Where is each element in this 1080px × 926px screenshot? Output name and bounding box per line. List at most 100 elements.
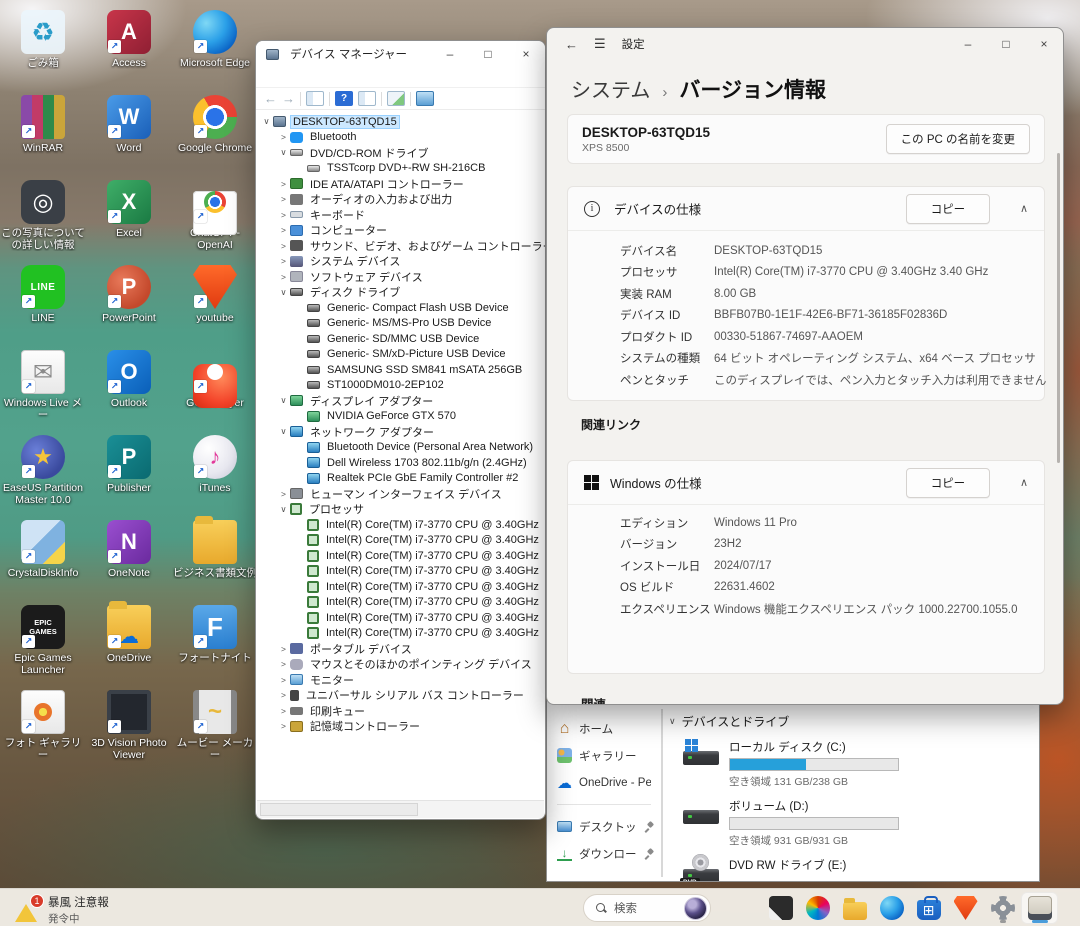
taskbar-app[interactable] — [1021, 892, 1058, 924]
taskbar-app[interactable] — [799, 892, 836, 924]
minimize-button[interactable]: – — [431, 42, 469, 66]
taskbar-app[interactable] — [910, 892, 947, 924]
desktop-icon[interactable]: EPIC GAMES Epic Games Launcher — [0, 601, 86, 686]
desktop-icon[interactable]: ChatGPT - OpenAI — [172, 176, 258, 261]
maximize-button[interactable]: □ — [987, 29, 1025, 59]
device-tree-item[interactable]: > ユニバーサル シリアル バス コントローラー — [256, 688, 545, 704]
tree-chevron-icon[interactable]: > — [277, 179, 290, 189]
menu-item[interactable] — [260, 75, 276, 79]
device-tree-item[interactable]: NVIDIA GeForce GTX 570 — [256, 409, 545, 425]
tree-chevron-icon[interactable]: ∨ — [277, 395, 290, 406]
device-tree-item[interactable]: > ソフトウェア デバイス — [256, 269, 545, 285]
desktop-icon[interactable]: ♻ ごみ箱 — [0, 6, 86, 91]
device-spec-header[interactable]: i デバイスの仕様 コピー ∧ — [568, 187, 1044, 231]
desktop-icon[interactable]: P PowerPoint — [86, 261, 172, 346]
device-tree-item[interactable]: > サウンド、ビデオ、およびゲーム コントローラー — [256, 238, 545, 254]
desktop-icon[interactable]: ★ EaseUS Partition Master 10.0 — [0, 431, 86, 516]
scan-hardware-icon[interactable] — [387, 91, 405, 106]
close-button[interactable]: × — [507, 42, 545, 66]
forward-icon[interactable]: → — [282, 91, 295, 106]
desktop-icon[interactable]: CrystalDiskInfo — [0, 516, 86, 601]
drive-item[interactable]: ボリューム (D:) 空き領域 931 GB/931 GB — [683, 798, 1039, 848]
tree-chevron-icon[interactable]: > — [277, 659, 290, 669]
device-tree-item[interactable]: Intel(R) Core(TM) i7-3770 CPU @ 3.40GHz — [256, 579, 545, 595]
explorer-sidebar-item[interactable]: ギャラリー — [547, 742, 661, 769]
desktop-icon[interactable]: P Publisher — [86, 431, 172, 516]
close-button[interactable]: × — [1025, 29, 1063, 59]
chevron-up-icon[interactable]: ∧ — [1020, 202, 1028, 215]
taskbar-app[interactable] — [947, 892, 984, 924]
tree-chevron-icon[interactable]: > — [277, 256, 290, 266]
drives-section-heading[interactable]: デバイスとドライブ — [669, 713, 1039, 730]
drive-item[interactable]: ローカル ディスク (C:) 空き領域 131 GB/238 GB — [683, 739, 1039, 789]
taskbar-app[interactable] — [836, 892, 873, 924]
monitor-icon[interactable] — [416, 91, 434, 106]
device-tree-item[interactable]: ∨ DVD/CD-ROM ドライブ — [256, 145, 545, 161]
desktop-icon[interactable]: F フォートナイト — [172, 601, 258, 686]
device-tree-item[interactable]: > モニター — [256, 672, 545, 688]
hamburger-menu-icon[interactable]: ☰ — [594, 36, 606, 52]
tree-chevron-icon[interactable]: > — [277, 132, 290, 142]
device-tree-item[interactable]: > IDE ATA/ATAPI コントローラー — [256, 176, 545, 192]
show-pane-icon[interactable] — [306, 91, 324, 106]
device-tree-item[interactable]: Intel(R) Core(TM) i7-3770 CPU @ 3.40GHz — [256, 626, 545, 642]
menu-item[interactable] — [314, 75, 330, 79]
desktop-icon[interactable]: Google Chrome — [172, 91, 258, 176]
explorer-sidebar-item[interactable]: デスクトップ — [547, 813, 661, 840]
desktop-icon[interactable]: youtube — [172, 261, 258, 346]
device-tree-item[interactable]: TSSTcorp DVD+-RW SH-216CB — [256, 161, 545, 177]
copy-button[interactable]: コピー — [906, 194, 990, 224]
device-tree-item[interactable]: Dell Wireless 1703 802.11b/g/n (2.4GHz) — [256, 455, 545, 471]
desktop-icon[interactable]: LINE LINE — [0, 261, 86, 346]
explorer-sidebar-item[interactable]: OneDrive - Pers — [547, 769, 661, 796]
tree-chevron-icon[interactable]: > — [277, 272, 290, 282]
tree-chevron-icon[interactable]: > — [277, 489, 290, 499]
device-tree-item[interactable]: Generic- MS/MS-Pro USB Device — [256, 316, 545, 332]
device-tree-item[interactable]: Bluetooth Device (Personal Area Network) — [256, 440, 545, 456]
desktop-icon[interactable]: N OneNote — [86, 516, 172, 601]
device-tree-item[interactable]: Intel(R) Core(TM) i7-3770 CPU @ 3.40GHz — [256, 595, 545, 611]
device-tree-item[interactable]: > オーディオの入力および出力 — [256, 192, 545, 208]
copy-button[interactable]: コピー — [906, 468, 990, 498]
device-tree-item[interactable]: > キーボード — [256, 207, 545, 223]
explorer-sidebar-item[interactable]: ホーム — [547, 715, 661, 742]
device-tree-item[interactable]: Generic- SD/MMC USB Device — [256, 331, 545, 347]
taskbar-app[interactable] — [984, 892, 1021, 924]
bing-daily-image[interactable] — [684, 897, 707, 920]
device-tree-item[interactable]: > マウスとそのほかのポインティング デバイス — [256, 657, 545, 673]
desktop-icon[interactable]: 3D Vision Photo Viewer — [86, 686, 172, 771]
device-tree-item[interactable]: > Bluetooth — [256, 130, 545, 146]
properties-icon[interactable] — [358, 91, 376, 106]
desktop-icon[interactable]: X Excel — [86, 176, 172, 261]
breadcrumb-system[interactable]: システム — [571, 74, 650, 103]
tree-chevron-icon[interactable]: > — [277, 675, 290, 685]
horizontal-scrollbar[interactable] — [257, 800, 544, 818]
start-button[interactable] — [548, 898, 570, 920]
device-tree-item[interactable]: Generic- SM/xD-Picture USB Device — [256, 347, 545, 363]
taskbar-search[interactable]: 検索 — [583, 894, 711, 922]
device-tree-item[interactable]: ∨ ディスプレイ アダプター — [256, 393, 545, 409]
back-icon[interactable]: ← — [565, 37, 578, 52]
tree-chevron-icon[interactable]: > — [277, 210, 290, 220]
tree-chevron-icon[interactable]: > — [277, 194, 290, 204]
desktop-icon[interactable]: O Outlook — [86, 346, 172, 431]
tree-chevron-icon[interactable]: ∨ — [277, 504, 290, 515]
settings-titlebar[interactable]: ← ☰ 設定 – □ × — [547, 28, 1063, 60]
device-tree-item[interactable]: Generic- Compact Flash USB Device — [256, 300, 545, 316]
device-tree-item[interactable]: > 印刷キュー — [256, 703, 545, 719]
tree-chevron-icon[interactable]: > — [277, 690, 290, 700]
desktop-icon[interactable]: W Word — [86, 91, 172, 176]
device-tree-item[interactable]: Intel(R) Core(TM) i7-3770 CPU @ 3.40GHz — [256, 533, 545, 549]
maximize-button[interactable]: □ — [469, 42, 507, 66]
device-tree-item[interactable]: SAMSUNG SSD SM841 mSATA 256GB — [256, 362, 545, 378]
tree-chevron-icon[interactable]: ∨ — [277, 426, 290, 437]
device-tree-item[interactable]: ∨ DESKTOP-63TQD15 — [256, 114, 545, 130]
back-icon[interactable]: ← — [264, 91, 277, 106]
menu-item[interactable] — [296, 75, 312, 79]
device-tree-item[interactable]: > システム デバイス — [256, 254, 545, 270]
desktop-icon[interactable]: Microsoft Edge — [172, 6, 258, 91]
desktop-icon[interactable]: A Access — [86, 6, 172, 91]
desktop-icon[interactable]: ♪ iTunes — [172, 431, 258, 516]
desktop-icon[interactable]: GOM Player — [172, 346, 258, 431]
drive-item[interactable]: DVD DVD RW ドライブ (E:) — [683, 857, 1039, 882]
